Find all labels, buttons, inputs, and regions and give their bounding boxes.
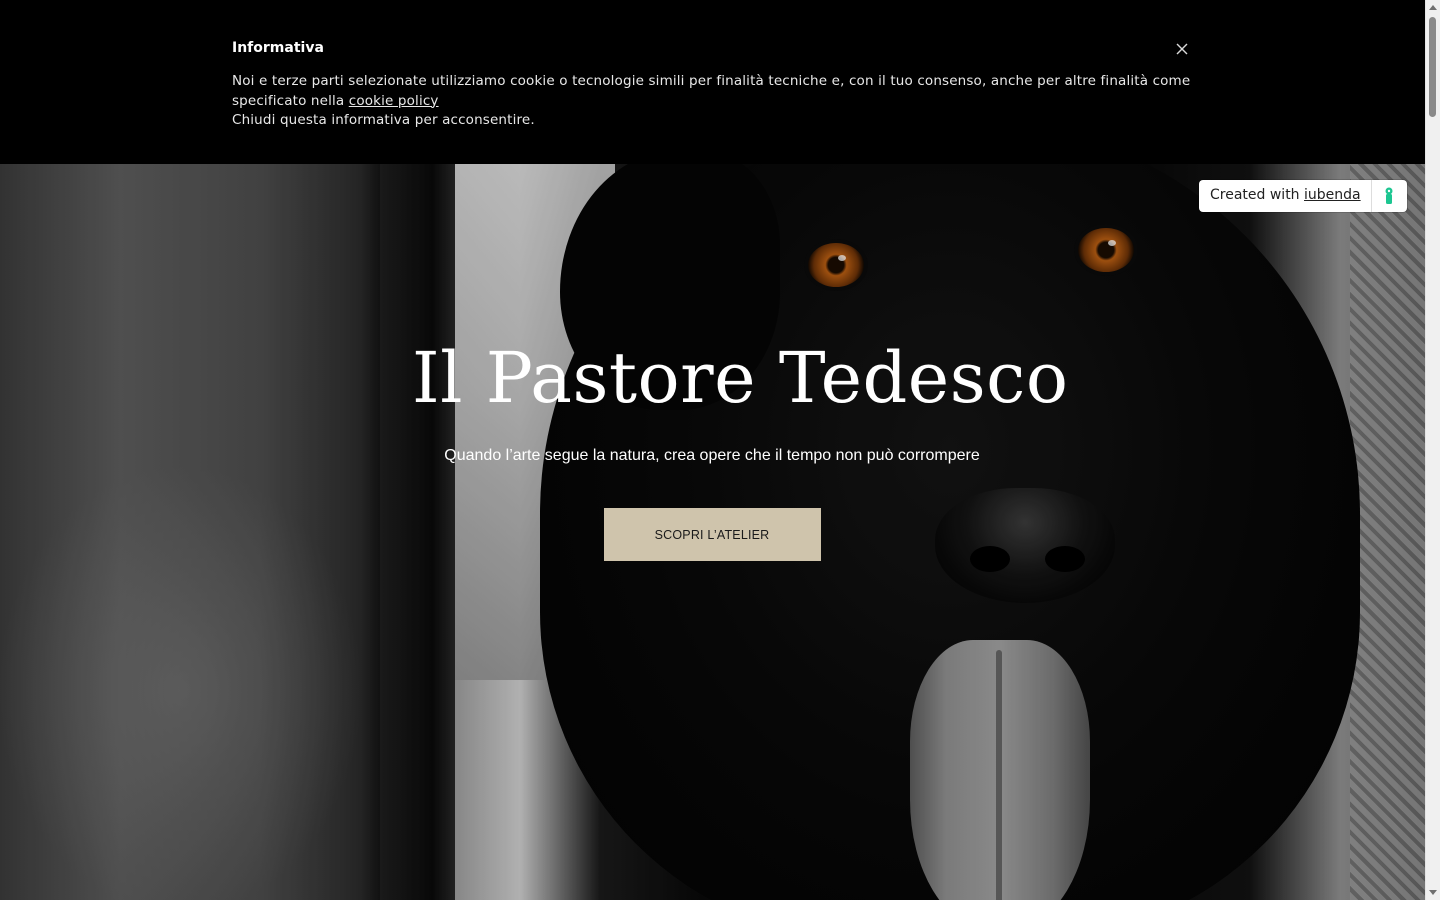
hero-title: Il Pastore Tedesco — [412, 337, 1069, 419]
page-scrollbar[interactable] — [1425, 0, 1440, 900]
iubenda-badge-divider — [1371, 180, 1372, 212]
cookie-banner-close-button[interactable] — [1172, 39, 1192, 59]
cookie-banner-title: Informativa — [232, 40, 324, 56]
cookie-banner-content: Informativa Noi e terze parti selezionat… — [232, 38, 1192, 131]
iubenda-badge-prefix: Created with — [1210, 187, 1305, 203]
iubenda-badge-text: Created with iubenda — [1210, 187, 1361, 203]
hero-content: Il Pastore Tedesco Quando l’arte segue l… — [412, 330, 1069, 561]
page-viewport: Il Pastore Tedesco Quando l’arte segue l… — [0, 0, 1425, 900]
cookie-policy-link[interactable]: cookie policy — [349, 93, 439, 109]
cookie-banner: Informativa Noi e terze parti selezionat… — [0, 0, 1425, 164]
scroll-down-arrow-icon[interactable] — [1429, 890, 1437, 895]
hero-subtitle: Quando l’arte segue la natura, crea oper… — [444, 447, 980, 464]
scrollbar-thumb[interactable] — [1429, 17, 1436, 117]
iubenda-link[interactable]: iubenda — [1304, 187, 1361, 203]
cookie-banner-consent-note: Chiudi questa informativa per acconsenti… — [232, 112, 535, 128]
close-icon — [1176, 43, 1188, 55]
discover-atelier-button[interactable]: SCOPRI L’ATELIER — [603, 508, 821, 561]
cookie-banner-text: Noi e terze parti selezionate utilizziam… — [232, 72, 1192, 131]
iubenda-badge[interactable]: Created with iubenda — [1199, 180, 1407, 212]
iubenda-logo-icon — [1385, 187, 1393, 204]
scroll-up-arrow-icon[interactable] — [1429, 5, 1437, 10]
